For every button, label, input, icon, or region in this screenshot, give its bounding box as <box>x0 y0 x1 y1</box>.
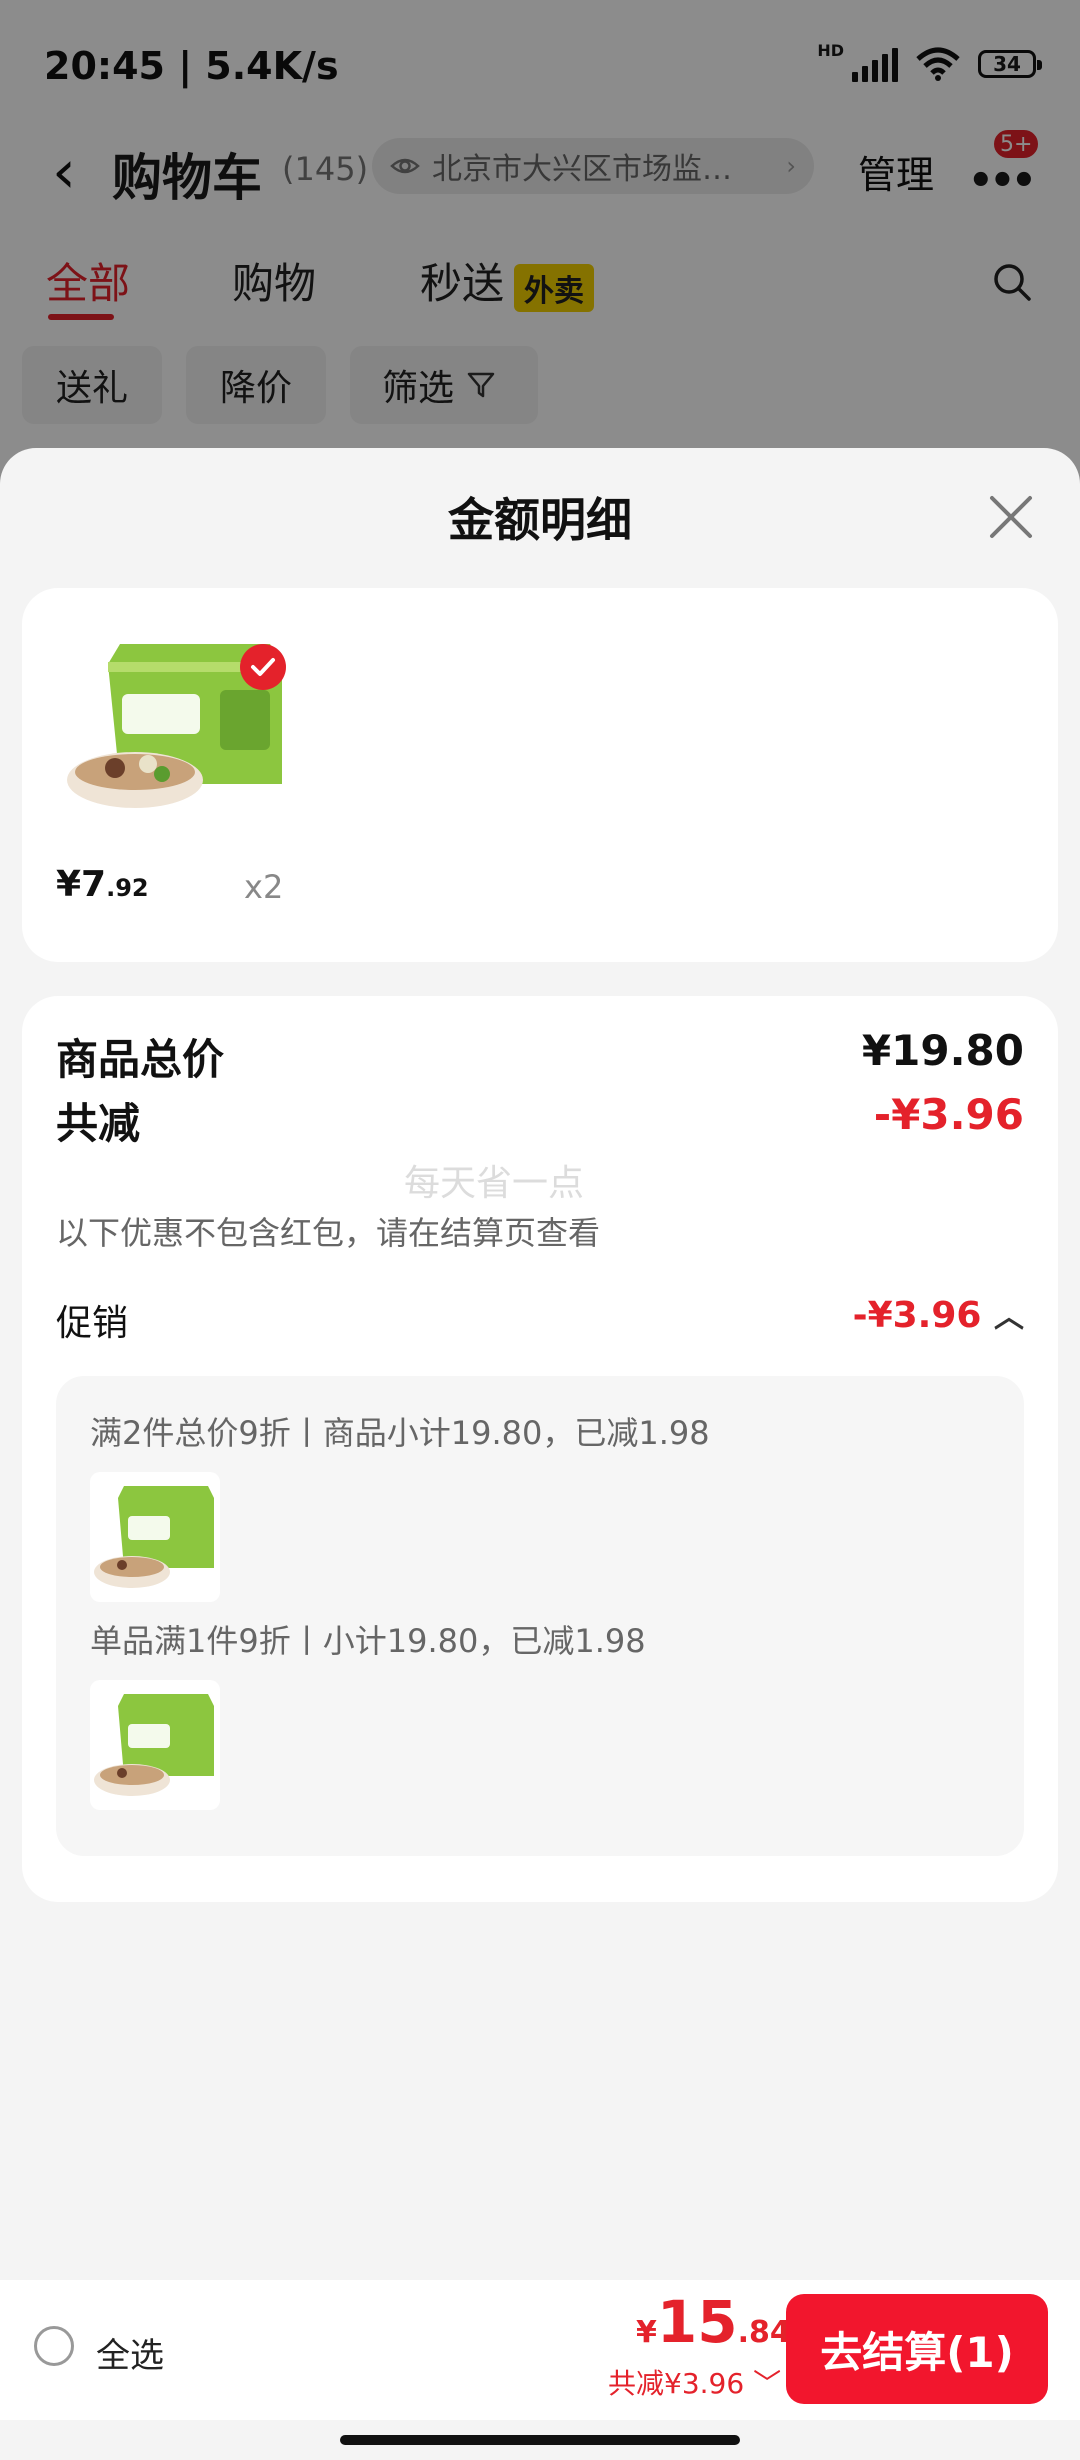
product-price-int: ¥7 <box>56 864 107 905</box>
product-price-dec: .92 <box>106 874 149 902</box>
watermark-text: 每天省一点 <box>404 1163 585 1204</box>
price-breakdown-card: 商品总价 ¥19.80 共减 -¥3.96 每天省一点 以下优惠不包含红包，请在… <box>22 996 1058 1902</box>
chevron-up-icon: ︿ <box>994 1300 1024 1335</box>
discount-value: -¥3.96 <box>873 1090 1024 1139</box>
promo-label: 促销 <box>56 1303 129 1344</box>
promo-line-1: 满2件总价9折丨商品小计19.80，已减1.98 <box>90 1414 710 1452</box>
close-icon[interactable] <box>986 492 1036 542</box>
selected-items-card: ¥7.92 x2 <box>22 588 1058 962</box>
total-dec: .84 <box>737 2315 791 2350</box>
chevron-down-icon: ﹀ <box>753 2367 782 2400</box>
home-indicator[interactable] <box>340 2435 740 2445</box>
saved-amount[interactable]: 共减¥3.96 ﹀ <box>608 2362 781 2402</box>
discount-note: 以下优惠不包含红包，请在结算页查看 <box>56 1214 601 1252</box>
saved-text: 共减¥3.96 <box>608 2367 745 2400</box>
amount-detail-sheet: 金额明细 ¥7.92 x2 商品总价 ¥19.80 共减 -¥3.96 每天省一… <box>0 448 1080 2460</box>
cart-total: ¥15.84 <box>636 2288 791 2356</box>
total-int: 15 <box>656 2288 738 2356</box>
promo-detail-box: 满2件总价9折丨商品小计19.80，已减1.98 单品满1件9折丨小计19.80… <box>56 1376 1024 1856</box>
select-all-radio[interactable] <box>34 2326 74 2366</box>
total-currency: ¥ <box>636 2315 657 2350</box>
promo-line-2: 单品满1件9折丨小计19.80，已减1.98 <box>90 1622 646 1660</box>
checkout-button[interactable]: 去结算(1) <box>786 2294 1048 2404</box>
product-price: ¥7.92 <box>56 864 149 905</box>
promo-toggle[interactable]: -¥3.96 ︿ <box>853 1292 1024 1336</box>
goods-total-value: ¥19.80 <box>861 1026 1024 1075</box>
promo-product-thumb-1 <box>90 1472 220 1602</box>
checked-icon[interactable] <box>240 644 286 690</box>
product-quantity: x2 <box>244 868 284 906</box>
select-all-label[interactable]: 全选 <box>96 2328 164 2377</box>
checkout-bar: 全选 ¥15.84 共减¥3.96 ﹀ 去结算(1) <box>0 2280 1080 2420</box>
promo-product-thumb-2 <box>90 1680 220 1810</box>
discount-label: 共减 <box>56 1099 141 1148</box>
promo-value: -¥3.96 <box>852 1295 982 1336</box>
goods-total-label: 商品总价 <box>56 1035 225 1084</box>
sheet-title: 金额明细 <box>448 493 632 547</box>
